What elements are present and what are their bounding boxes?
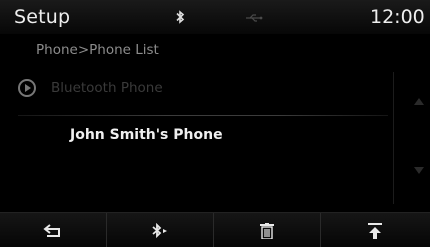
bluetooth-phone-row[interactable]: Bluetooth Phone bbox=[18, 72, 388, 106]
list-divider bbox=[18, 115, 388, 116]
bluetooth-phone-label: Bluetooth Phone bbox=[51, 80, 163, 96]
breadcrumb: Phone>Phone List bbox=[36, 42, 159, 58]
bottom-toolbar bbox=[0, 212, 430, 247]
status-bar: Setup 12:00 bbox=[0, 0, 430, 34]
phone-list: Bluetooth Phone John Smith's Phone bbox=[18, 72, 388, 204]
back-icon bbox=[43, 223, 60, 237]
bluetooth-connect-icon bbox=[152, 222, 167, 238]
bluetooth-icon bbox=[176, 10, 185, 24]
scrollbar[interactable] bbox=[393, 72, 430, 204]
play-circle-icon bbox=[18, 79, 36, 97]
phone-name-label: John Smith's Phone bbox=[70, 127, 223, 143]
clock: 12:00 bbox=[370, 6, 425, 28]
list-item-phone[interactable]: John Smith's Phone bbox=[18, 118, 388, 154]
screen-title: Setup bbox=[14, 6, 71, 28]
move-to-top-icon bbox=[367, 222, 382, 239]
arrow-up-icon[interactable] bbox=[414, 98, 424, 105]
delete-button[interactable] bbox=[214, 213, 321, 247]
trash-icon bbox=[260, 222, 274, 239]
usb-icon bbox=[246, 14, 263, 22]
move-to-top-button[interactable] bbox=[321, 213, 428, 247]
head-unit-screen: Setup 12:00 Phone>Phone List Bluetooth P… bbox=[0, 0, 430, 247]
bluetooth-connect-button[interactable] bbox=[107, 213, 214, 247]
arrow-down-icon[interactable] bbox=[414, 167, 424, 174]
back-button[interactable] bbox=[0, 213, 107, 247]
